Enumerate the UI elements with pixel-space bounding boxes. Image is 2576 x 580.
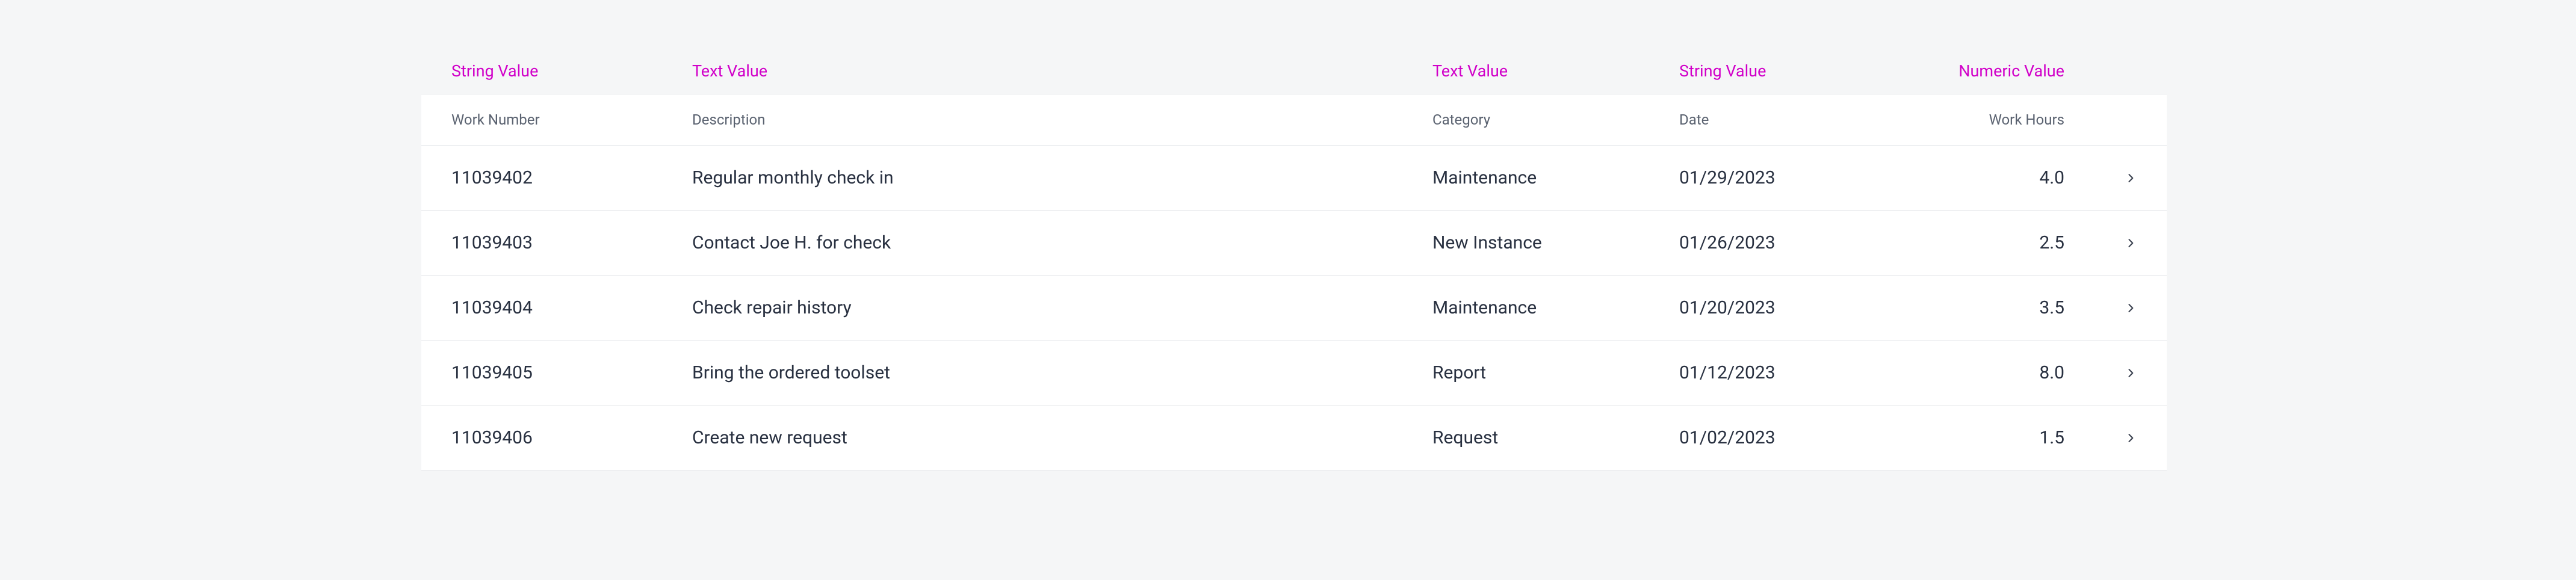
cell-date: 01/29/2023 <box>1649 146 1926 210</box>
cell-category: Request <box>1402 406 1649 470</box>
cell-category: Report <box>1402 341 1649 405</box>
col-type-date: String Value <box>1649 48 1926 94</box>
row-expand[interactable] <box>2095 344 2167 402</box>
row-expand[interactable] <box>2095 409 2167 467</box>
cell-work-hours: 4.0 <box>1926 146 2095 210</box>
column-header-row: Work Number Description Category Date Wo… <box>421 94 2167 146</box>
header-date[interactable]: Date <box>1649 94 1926 145</box>
cell-work-number: 11039406 <box>421 406 662 470</box>
cell-work-number: 11039402 <box>421 146 662 210</box>
column-type-row: String Value Text Value Text Value Strin… <box>421 48 2167 94</box>
cell-work-number: 11039403 <box>421 211 662 275</box>
cell-work-hours: 8.0 <box>1926 341 2095 405</box>
chevron-right-icon <box>2125 366 2137 380</box>
row-expand[interactable] <box>2095 149 2167 207</box>
col-type-work-number: String Value <box>421 48 662 94</box>
col-type-spacer <box>2095 48 2167 94</box>
row-expand[interactable] <box>2095 279 2167 337</box>
cell-description: Regular monthly check in <box>662 146 1402 210</box>
cell-description: Contact Joe H. for check <box>662 211 1402 275</box>
col-type-work-hours: Numeric Value <box>1926 48 2095 94</box>
cell-work-hours: 3.5 <box>1926 276 2095 340</box>
work-table: String Value Text Value Text Value Strin… <box>421 48 2167 470</box>
cell-date: 01/20/2023 <box>1649 276 1926 340</box>
row-expand[interactable] <box>2095 214 2167 272</box>
chevron-right-icon <box>2125 431 2137 445</box>
header-description[interactable]: Description <box>662 94 1402 145</box>
table-row[interactable]: 11039402 Regular monthly check in Mainte… <box>421 146 2167 211</box>
cell-description: Create new request <box>662 406 1402 470</box>
table-row[interactable]: 11039403 Contact Joe H. for check New In… <box>421 211 2167 276</box>
cell-date: 01/02/2023 <box>1649 406 1926 470</box>
cell-category: Maintenance <box>1402 276 1649 340</box>
cell-work-hours: 1.5 <box>1926 406 2095 470</box>
chevron-right-icon <box>2125 236 2137 250</box>
cell-date: 01/12/2023 <box>1649 341 1926 405</box>
chevron-right-icon <box>2125 301 2137 315</box>
cell-work-number: 11039405 <box>421 341 662 405</box>
header-category[interactable]: Category <box>1402 94 1649 145</box>
col-type-category: Text Value <box>1402 48 1649 94</box>
header-work-hours[interactable]: Work Hours <box>1926 94 2095 145</box>
cell-category: New Instance <box>1402 211 1649 275</box>
cell-category: Maintenance <box>1402 146 1649 210</box>
col-type-description: Text Value <box>662 48 1402 94</box>
cell-description: Bring the ordered toolset <box>662 341 1402 405</box>
cell-work-hours: 2.5 <box>1926 211 2095 275</box>
table-row[interactable]: 11039406 Create new request Request 01/0… <box>421 406 2167 470</box>
cell-date: 01/26/2023 <box>1649 211 1926 275</box>
cell-description: Check repair history <box>662 276 1402 340</box>
page: String Value Text Value Text Value Strin… <box>0 0 2576 580</box>
chevron-right-icon <box>2125 171 2137 185</box>
header-spacer <box>2095 94 2167 145</box>
header-work-number[interactable]: Work Number <box>421 94 662 145</box>
table-row[interactable]: 11039404 Check repair history Maintenanc… <box>421 276 2167 341</box>
table-row[interactable]: 11039405 Bring the ordered toolset Repor… <box>421 341 2167 406</box>
cell-work-number: 11039404 <box>421 276 662 340</box>
